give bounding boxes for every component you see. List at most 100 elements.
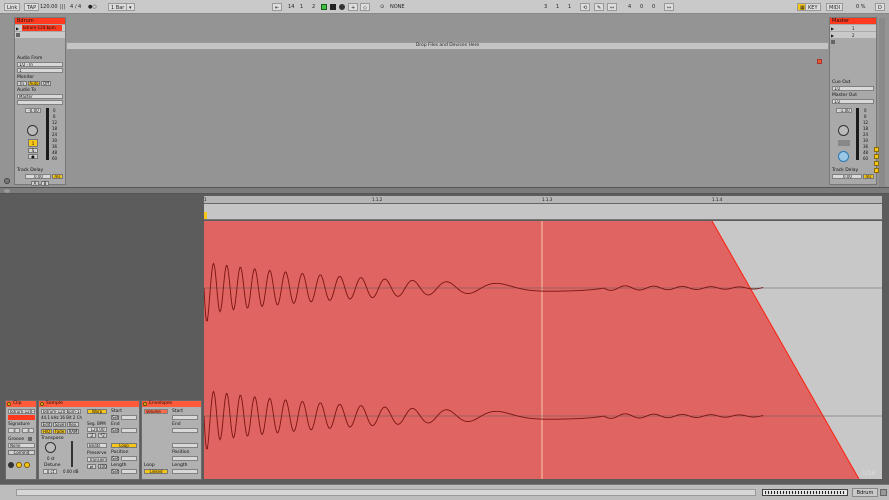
detune-field[interactable]: 0 ct xyxy=(43,469,57,474)
overview-strip[interactable] xyxy=(762,489,848,496)
env-start-field[interactable] xyxy=(172,415,198,420)
track-delay-unit[interactable]: ms xyxy=(52,174,63,179)
launch-toggle-icon[interactable] xyxy=(8,462,14,468)
transpose-knob[interactable] xyxy=(45,442,56,453)
clip-stop-icon[interactable] xyxy=(16,33,20,37)
sample-toggle-icon[interactable] xyxy=(16,462,22,468)
crossfade-a-button[interactable]: A xyxy=(31,181,39,186)
mixer-toggle-icon[interactable] xyxy=(874,161,879,166)
set-end-button[interactable]: Set xyxy=(111,428,119,433)
linked-button[interactable]: Linked xyxy=(144,469,168,474)
env-length-field[interactable] xyxy=(172,469,198,474)
audio-to-select[interactable]: Master xyxy=(17,94,63,99)
hot-swap-icon[interactable] xyxy=(28,437,32,441)
clip-launch-icon[interactable]: ▶ xyxy=(16,26,19,31)
automation-arm-icon[interactable]: ◇ xyxy=(360,3,370,11)
cue-volume-knob[interactable] xyxy=(838,151,849,162)
position-beat[interactable]: 1 xyxy=(300,3,303,11)
groove-select[interactable]: None xyxy=(8,443,35,448)
back-icon[interactable]: ⇤ xyxy=(272,3,283,11)
capture-icon[interactable]: ⊙ xyxy=(380,3,384,11)
master-fader-cap[interactable] xyxy=(838,140,850,146)
start-marker-icon[interactable] xyxy=(204,212,207,219)
loop-length-bar[interactable]: 4 xyxy=(628,3,631,11)
warp-mode-select[interactable]: Beats xyxy=(87,443,107,448)
sample-activator-icon[interactable] xyxy=(40,402,44,406)
position-field[interactable] xyxy=(121,456,137,461)
master-track-delay-value[interactable]: 0.00 xyxy=(832,174,862,179)
position-sixteenth[interactable]: 2 xyxy=(312,3,315,11)
save-button[interactable]: Save xyxy=(53,422,66,427)
seg-bpm-field[interactable]: 120.00 xyxy=(87,427,107,432)
key-map-button[interactable]: KEY xyxy=(805,3,821,11)
punch-out-icon[interactable]: ↦ xyxy=(664,3,675,11)
position-bar[interactable]: 14 xyxy=(288,3,294,11)
scene-launch-icon[interactable]: ▶ xyxy=(831,26,834,31)
drop-zone[interactable]: Drop Files and Devices Here xyxy=(66,42,829,50)
fade-button[interactable]: Fade xyxy=(53,429,66,434)
io-toggle-icon[interactable] xyxy=(874,147,879,152)
warp-button[interactable]: Warp xyxy=(87,409,107,414)
master-title[interactable]: Master xyxy=(830,18,876,24)
clip-color-swatch[interactable] xyxy=(8,415,35,420)
preserve-select[interactable]: Transients xyxy=(87,457,107,462)
commit-button[interactable]: Commit xyxy=(8,450,35,455)
length-field[interactable] xyxy=(121,469,137,474)
midi-map-button[interactable]: MIDI xyxy=(826,3,844,11)
record-icon[interactable] xyxy=(339,4,345,10)
monitor-off-button[interactable]: Off xyxy=(41,81,51,86)
start-field[interactable] xyxy=(121,415,137,420)
master-volume[interactable]: -1.00 xyxy=(836,108,852,113)
stop-all-clips-icon[interactable] xyxy=(831,40,835,44)
transient-loop-icon[interactable]: ⇄ xyxy=(87,464,96,469)
signature-den[interactable]: 4 xyxy=(78,3,81,11)
master-track-delay-unit[interactable]: ms xyxy=(863,174,874,179)
session-nav-icon[interactable] xyxy=(4,178,10,184)
loop-start-beat[interactable]: 1 xyxy=(556,3,559,11)
draw-mode-icon[interactable]: ✎ xyxy=(594,3,605,11)
loop-switch-icon[interactable]: ⟲ xyxy=(580,3,591,11)
loop-start-bar[interactable]: 3 xyxy=(544,3,547,11)
double-tempo-button[interactable]: *2 xyxy=(98,433,107,438)
env-loop-toggle[interactable] xyxy=(172,443,198,448)
half-tempo-button[interactable]: :2 xyxy=(87,433,96,438)
sends-toggle-icon[interactable] xyxy=(874,154,879,159)
quantize-menu[interactable]: 1 Bar xyxy=(108,3,128,11)
envelope-device-select[interactable]: Volume xyxy=(144,409,168,414)
waveform-display[interactable] xyxy=(204,221,882,479)
link-button[interactable]: Link xyxy=(4,3,21,11)
hiq-button[interactable]: HiQ xyxy=(41,429,52,434)
punch-in-icon[interactable]: ↤ xyxy=(607,3,618,11)
loop-length-sixteenth[interactable]: 0 xyxy=(652,3,655,11)
nudge-icon[interactable]: ||| xyxy=(60,3,65,11)
envelopes-activator-icon[interactable] xyxy=(143,402,147,406)
edit-button[interactable]: Edit xyxy=(41,422,52,427)
metronome-icon[interactable]: ●○ xyxy=(88,3,97,11)
tap-button[interactable]: TAP xyxy=(24,3,40,11)
sample-file-field[interactable]: bdrum-120-bpm-1.wi xyxy=(41,409,81,414)
ram-button[interactable]: RAM xyxy=(67,429,79,434)
monitor-auto-button[interactable]: Auto xyxy=(28,81,40,86)
delay-toggle-icon[interactable] xyxy=(874,168,879,173)
master-pan-knob[interactable] xyxy=(838,125,849,136)
audio-from-select[interactable]: 1/2 · In xyxy=(17,62,63,67)
loop-start-sixteenth[interactable]: 1 xyxy=(568,3,571,11)
loop-button[interactable]: Loop xyxy=(111,443,137,448)
solo-button[interactable]: S xyxy=(28,148,38,153)
end-field[interactable] xyxy=(121,428,137,433)
set-position-button[interactable]: Set xyxy=(111,456,119,461)
gain-fader[interactable] xyxy=(71,441,73,467)
track-volume[interactable]: -0.00 xyxy=(25,108,41,113)
clip-slot[interactable]: bdrum-120-bpm xyxy=(22,25,62,31)
clip-activator-icon[interactable] xyxy=(7,402,11,406)
monitor-in-button[interactable]: In xyxy=(17,81,27,86)
signature-num[interactable]: 4 xyxy=(70,3,73,11)
env-end-field[interactable] xyxy=(172,428,198,433)
crossfade-b-button[interactable]: B xyxy=(41,181,49,186)
session-collapse-icon[interactable] xyxy=(4,189,10,193)
detail-toggle-icon[interactable] xyxy=(880,489,887,496)
env-position-field[interactable] xyxy=(172,456,198,461)
timeline-ruler[interactable]: 1 1.1.2 1.1.3 1.1.4 xyxy=(204,196,882,204)
clip-sig-num[interactable]: 4 xyxy=(8,428,20,433)
set-length-button[interactable]: Set xyxy=(111,469,119,474)
